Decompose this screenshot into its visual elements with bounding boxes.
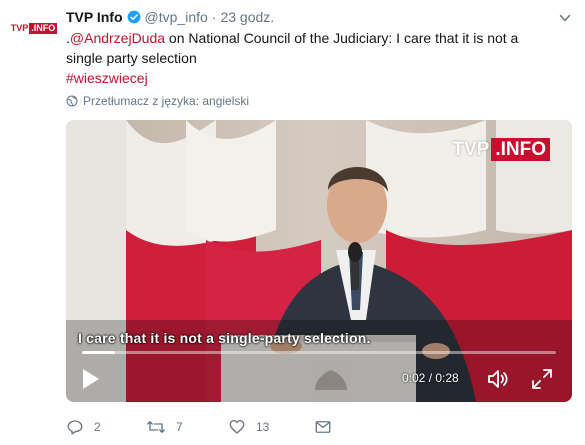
direct-message-icon [315, 421, 331, 433]
video-progress-bar[interactable] [82, 351, 556, 354]
video-subtitle: I care that it is not a single-party sel… [78, 330, 371, 346]
retweet-icon [147, 421, 165, 433]
mention-link[interactable]: @AndrzejDuda [70, 30, 165, 46]
translate-label: Przetłumacz z języka: angielski [83, 94, 250, 108]
video-player[interactable]: TVP .INFO I care that it is not a single… [66, 120, 572, 402]
verified-badge-icon [127, 10, 140, 24]
volume-icon[interactable] [486, 367, 510, 391]
video-timecode: 0:02 / 0:28 [402, 371, 459, 385]
fullscreen-icon[interactable] [530, 367, 554, 391]
like-count: 13 [256, 420, 270, 434]
avatar-logo-info: .INFO [29, 22, 58, 34]
play-icon[interactable] [78, 367, 102, 391]
avatar-logo-tvp: TVP [10, 22, 29, 33]
like-button[interactable]: 13 [228, 418, 314, 436]
retweet-count: 7 [176, 420, 183, 434]
reply-count: 2 [94, 420, 101, 434]
translate-link[interactable]: Przetłumacz z języka: angielski [66, 94, 249, 108]
caret-down-icon[interactable] [559, 12, 571, 24]
watermark-tvp: TVP [452, 139, 490, 160]
video-frame [66, 120, 572, 402]
globe-icon [66, 95, 78, 107]
account-name[interactable]: TVP Info [66, 9, 123, 25]
account-handle[interactable]: @tvp_info [145, 9, 208, 25]
watermark-info: .INFO [491, 138, 550, 161]
direct-message-button[interactable] [314, 418, 332, 436]
tweet-text: .@AndrzejDuda on National Council of the… [66, 28, 546, 88]
retweet-button[interactable]: 7 [146, 418, 228, 436]
reply-button[interactable]: 2 [66, 418, 146, 436]
separator-dot: · [211, 9, 217, 25]
video-progress-fill [82, 351, 116, 354]
tweet-actions: 2 7 13 [66, 418, 332, 436]
tvp-info-watermark: TVP .INFO [452, 138, 550, 161]
like-icon [229, 419, 245, 434]
tweet-header: TVP Info @tvp_info · 23 godz. [66, 7, 585, 27]
avatar[interactable]: TVP .INFO [8, 16, 60, 40]
hashtag-link[interactable]: #wieszwiecej [66, 70, 148, 86]
avatar-logo: TVP .INFO [10, 22, 58, 34]
tweet-timestamp[interactable]: 23 godz. [220, 9, 274, 25]
reply-icon [67, 420, 83, 435]
